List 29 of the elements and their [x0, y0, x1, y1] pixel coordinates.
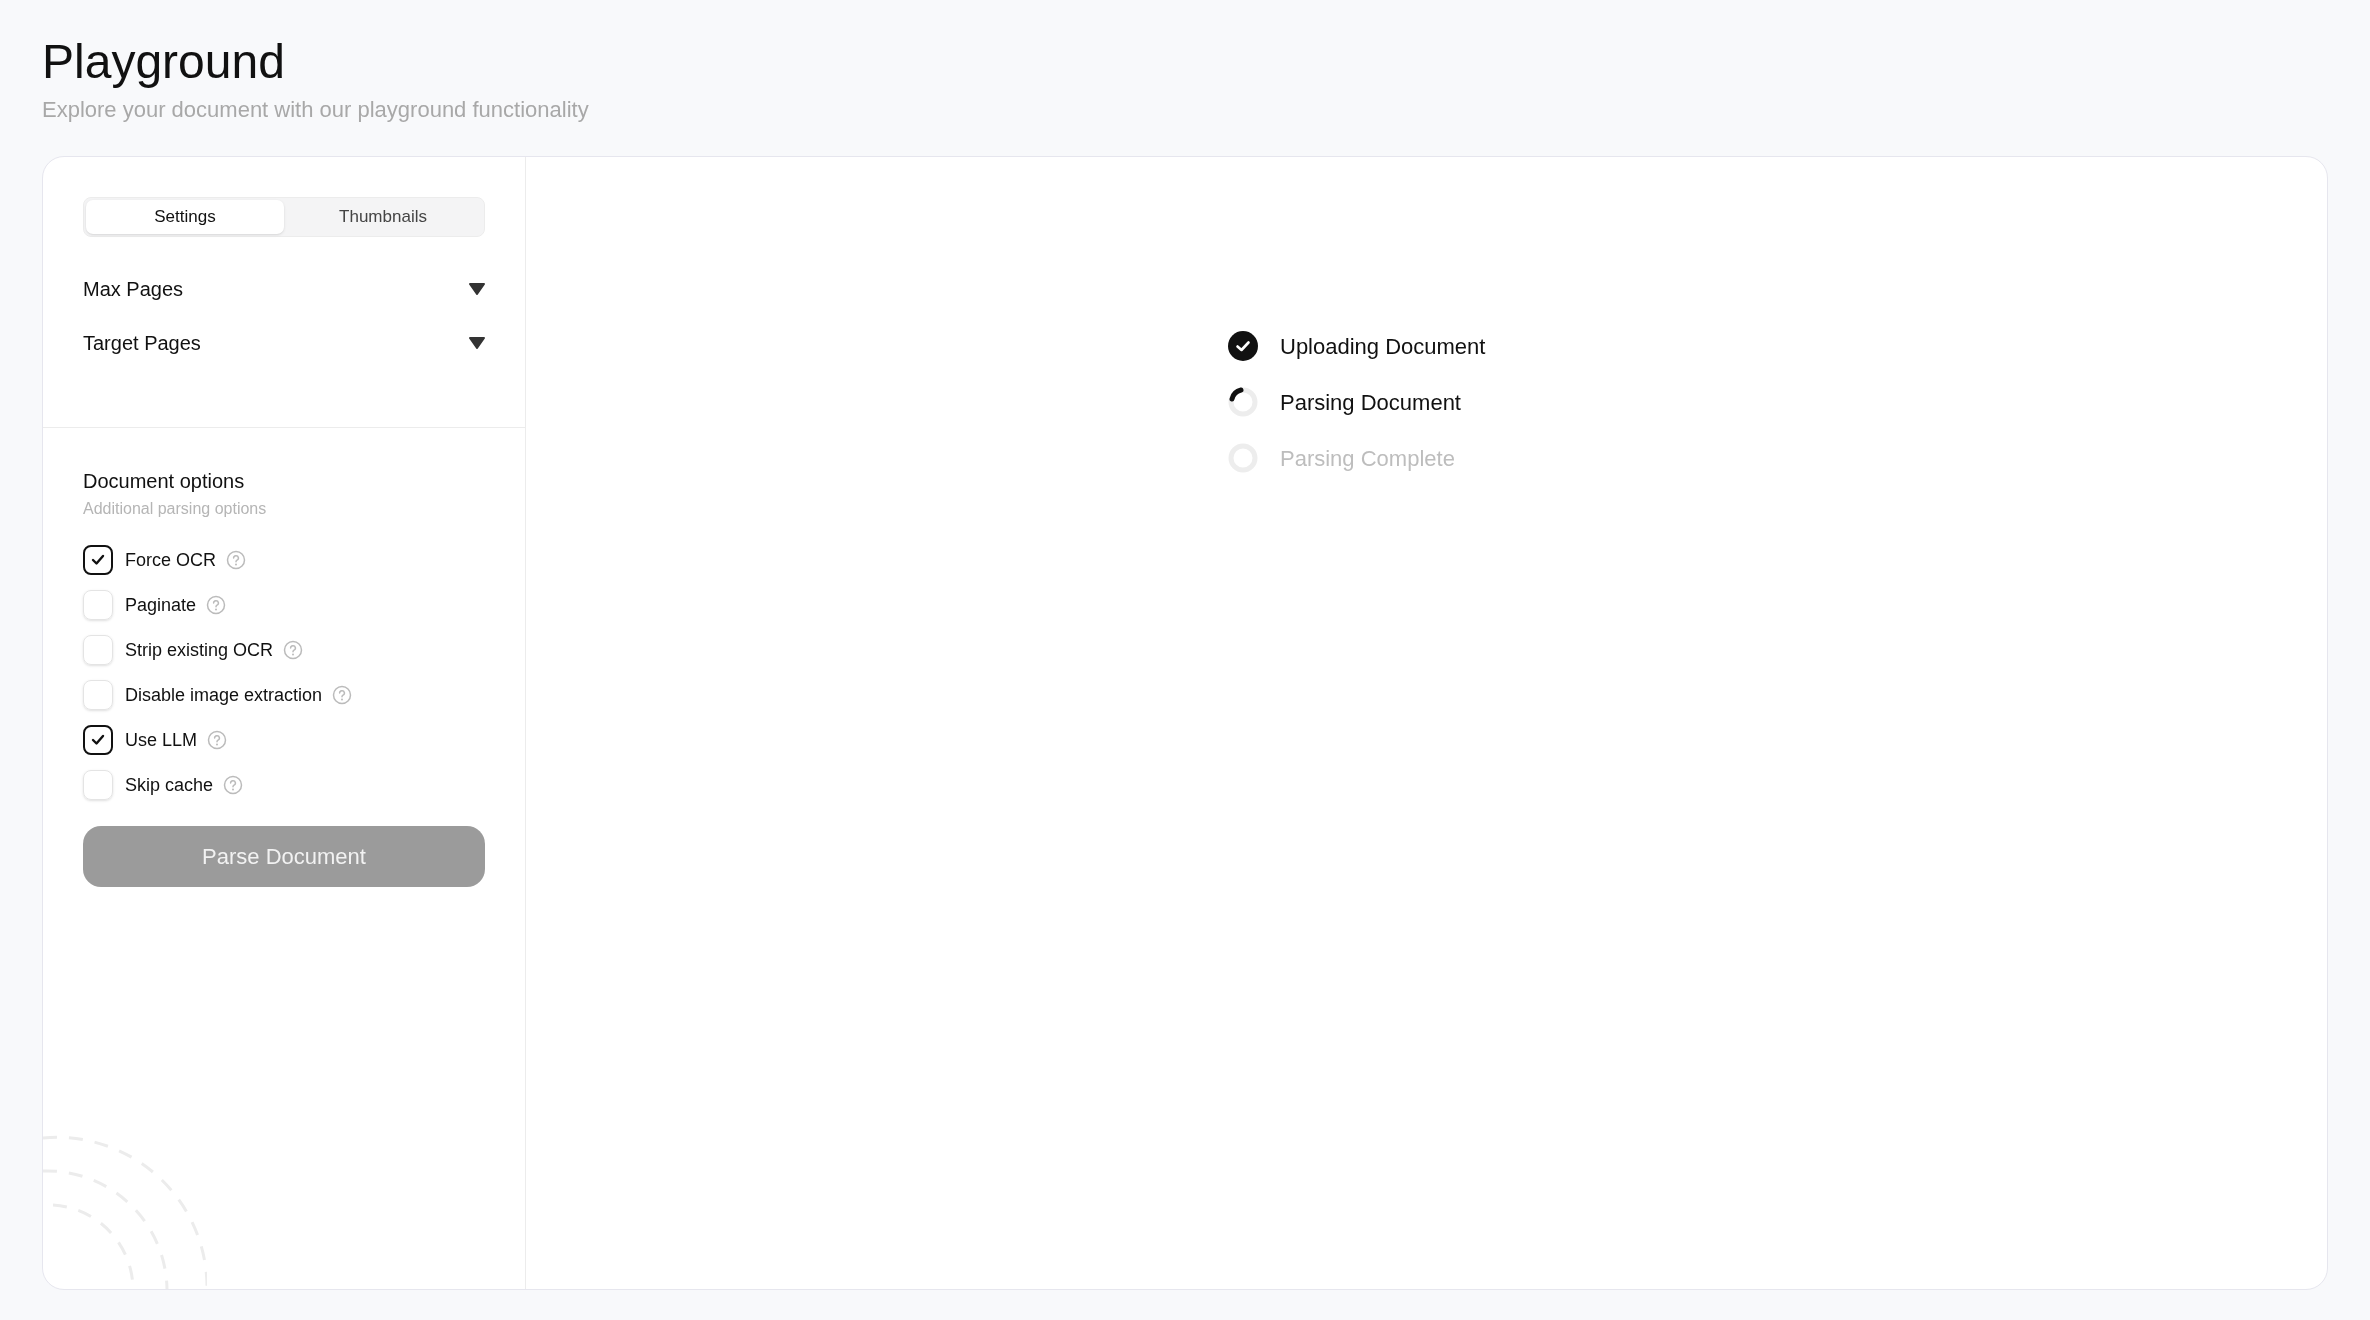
help-icon[interactable] — [332, 685, 353, 705]
checkbox[interactable] — [83, 545, 113, 575]
caret-icon[interactable] — [469, 337, 485, 349]
tab[interactable]: Settings — [86, 200, 284, 234]
checkbox[interactable] — [83, 725, 113, 755]
step-label: Parsing Document — [1280, 388, 1461, 417]
option-label: Force OCR — [125, 548, 216, 572]
section-title: Document options — [83, 469, 245, 494]
checkmark-icon — [91, 554, 105, 566]
help-icon[interactable] — [283, 640, 304, 660]
checkmark-icon — [91, 734, 105, 746]
step-label: Parsing Complete — [1280, 444, 1455, 473]
caret-icon[interactable] — [469, 283, 485, 295]
tab[interactable]: Thumbnails — [284, 200, 482, 234]
step-label: Uploading Document — [1280, 332, 1486, 361]
option-label: Skip cache — [125, 773, 214, 797]
option-label: Strip existing OCR — [125, 638, 274, 662]
option-label: Use LLM — [125, 728, 198, 752]
option-label: Disable image extraction — [125, 683, 323, 707]
dropdown-label[interactable]: Target Pages — [83, 329, 201, 357]
section-subtitle: Additional parsing options — [83, 499, 267, 519]
page-title: Playground — [42, 34, 285, 90]
help-icon[interactable] — [226, 550, 246, 570]
option-label: Paginate — [125, 593, 197, 617]
help-icon[interactable] — [207, 730, 228, 750]
page-subtitle: Explore your document with our playground functionality — [42, 96, 589, 124]
dropdown-label[interactable]: Max Pages — [83, 275, 184, 303]
help-icon[interactable] — [206, 595, 227, 615]
help-icon[interactable] — [223, 775, 244, 795]
